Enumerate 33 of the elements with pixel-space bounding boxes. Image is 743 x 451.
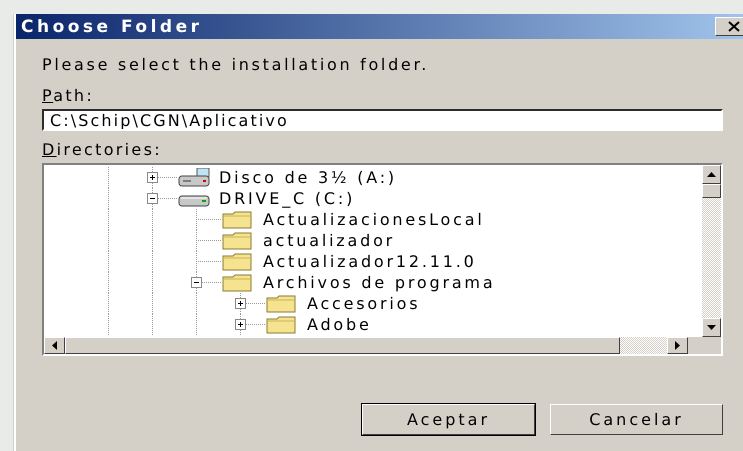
expand-toggle[interactable] — [147, 172, 158, 183]
expand-toggle[interactable] — [235, 298, 246, 309]
tree-item[interactable]: Actualizador12.11.0 — [263, 252, 477, 271]
scrollbar-thumb[interactable] — [65, 337, 620, 354]
directories-label: Directories: — [42, 139, 163, 161]
expand-toggle[interactable] — [147, 193, 158, 204]
scroll-up-button[interactable] — [702, 165, 721, 184]
scrollbar-thumb[interactable] — [702, 184, 721, 198]
tree-item[interactable]: Accesorios — [307, 294, 420, 313]
expand-toggle[interactable] — [235, 319, 246, 330]
tree-item[interactable]: Archivos de programa — [263, 273, 496, 292]
instruction-text: Please select the installation folder. — [42, 54, 430, 76]
cancel-button[interactable]: Cancelar — [550, 404, 723, 435]
up-arrow-icon — [707, 172, 716, 177]
tree-item[interactable]: ActualizacionesLocal — [263, 210, 485, 229]
tree-item[interactable]: DRIVE_C (C:) — [219, 189, 356, 208]
scroll-left-button[interactable] — [44, 337, 65, 354]
scroll-right-button[interactable] — [667, 337, 688, 354]
path-label: Path: — [42, 85, 96, 107]
tree-item[interactable]: Disco de 3½ (A:) — [219, 168, 397, 187]
path-field[interactable]: C:\Schip\CGN\Aplicativo — [42, 109, 723, 131]
tree-item[interactable]: actualizador — [263, 231, 396, 250]
close-button[interactable] — [715, 17, 743, 36]
tree-item[interactable]: Adobe — [307, 315, 372, 334]
right-arrow-icon — [675, 341, 680, 350]
scroll-down-button[interactable] — [702, 318, 721, 337]
left-arrow-icon — [52, 341, 57, 350]
accept-button[interactable]: Aceptar — [362, 404, 535, 435]
down-arrow-icon — [707, 325, 716, 330]
expand-toggle[interactable] — [191, 277, 202, 288]
floppy-drive-icon — [177, 168, 211, 188]
close-icon — [728, 21, 740, 32]
window-title: Choose Folder — [21, 16, 203, 36]
